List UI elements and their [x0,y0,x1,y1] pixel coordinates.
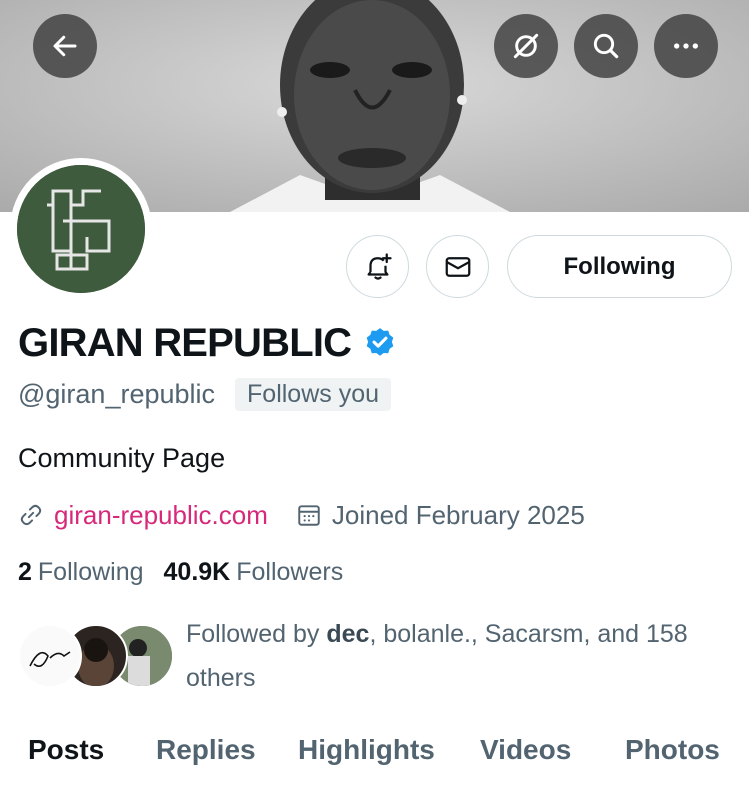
signature-logo [29,651,71,667]
followers-stat[interactable]: 40.9K Followers [164,558,344,587]
grok-icon [513,33,539,59]
website-link[interactable]: giran-republic.com [54,500,268,531]
handle-row: @giran_republic Follows you [18,374,392,414]
verified-badge-icon[interactable] [363,326,397,360]
tab-posts[interactable]: Posts [28,734,104,766]
mutual-followers-avatars[interactable] [18,624,174,688]
envelope-icon [445,256,470,277]
grok-button[interactable] [494,14,558,78]
following-label: Following [37,557,144,586]
notify-button[interactable] [346,235,409,298]
link-icon [20,504,42,526]
display-name-row: GIRAN REPUBLIC [18,318,397,368]
followed-by-first: dec [326,620,370,648]
join-date: Joined February 2025 [331,499,585,530]
giran-republic-logo [17,165,145,293]
user-handle: @giran_republic [18,378,216,409]
tab-videos[interactable]: Videos [480,734,571,766]
following-stat[interactable]: 2 Following [18,558,144,587]
followed-by-text[interactable]: Followed by dec, bolanle., Sacarsm, and … [186,612,726,700]
display-name: GIRAN REPUBLIC [18,320,352,365]
avatar-dec [18,624,82,688]
profile-avatar[interactable] [10,158,152,300]
tab-highlights[interactable]: Highlights [298,734,435,766]
tab-replies[interactable]: Replies [156,734,256,766]
tab-photos[interactable]: Photos [625,734,720,766]
search-icon [593,33,619,59]
followed-by-prefix: Followed by [186,620,327,648]
calendar-icon [298,505,320,526]
profile-meta: giran-republic.com Joined February 2025 [18,496,585,534]
followers-count: 40.9K [163,557,231,586]
back-button[interactable] [33,14,97,78]
arrow-left-icon [53,35,77,57]
more-horizontal-icon [674,43,698,49]
profile-tabs: Posts Replies Highlights Videos Photos [0,720,749,785]
following-count: 2 [18,557,32,586]
follows-you-badge: Follows you [235,377,392,411]
more-button[interactable] [654,14,718,78]
message-button[interactable] [426,235,489,298]
followers-label: Followers [236,557,344,586]
search-button[interactable] [574,14,638,78]
profile-bio: Community Page [18,443,226,473]
follow-stats: 2 Following 40.9K Followers [18,554,343,590]
avatar-image [17,165,145,293]
bell-plus-icon [367,252,392,280]
following-button[interactable]: Following [507,235,732,298]
